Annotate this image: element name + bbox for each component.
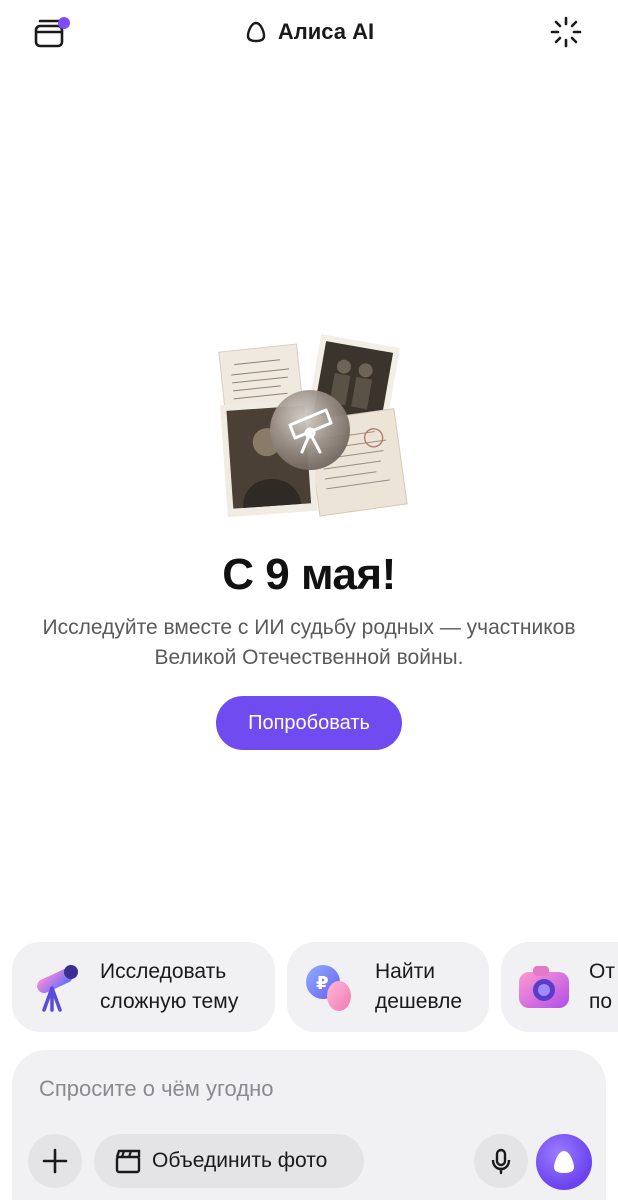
try-button[interactable]: Попробовать [216, 696, 402, 750]
suggestion-carousel[interactable]: Исследовать сложную тему ₽ Найти дешевле [12, 942, 618, 1032]
merge-photos-button[interactable]: Объединить фото [94, 1134, 364, 1188]
new-chat-button[interactable] [546, 12, 586, 52]
microphone-icon [491, 1148, 511, 1175]
hero-title: С 9 мая! [222, 550, 396, 599]
alice-send-button[interactable] [536, 1134, 592, 1190]
clapperboard-icon [115, 1149, 141, 1174]
camera-icon [519, 966, 569, 1008]
hero-illustration [210, 330, 410, 525]
app-title: Алиса AI [0, 14, 618, 50]
hero-description: Исследуйте вместе с ИИ судьбу родных — у… [42, 616, 576, 669]
suggestion-card-photo[interactable]: От по [501, 942, 618, 1032]
suggestion-label: Исследовать сложную тему [100, 960, 239, 1013]
alice-logo-icon [246, 21, 266, 43]
suggestion-card-cheaper[interactable]: ₽ Найти дешевле [287, 942, 489, 1032]
sparkle-icon [550, 16, 582, 48]
voice-input-button[interactable] [474, 1134, 528, 1188]
alice-icon [554, 1151, 574, 1173]
telescope-icon [37, 965, 78, 1012]
chats-icon [34, 17, 70, 48]
suggestion-label: Найти дешевле [375, 960, 463, 1013]
suggestion-card-research[interactable]: Исследовать сложную тему [12, 942, 275, 1032]
suggestion-label: От по [589, 960, 615, 1013]
svg-text:₽: ₽ [316, 973, 329, 994]
app-title-text: Алиса AI [277, 19, 375, 44]
chats-button[interactable] [30, 14, 74, 52]
top-bar: Алиса AI [0, 0, 618, 64]
merge-photos-label: Объединить фото [152, 1149, 328, 1172]
add-attachment-button[interactable] [28, 1134, 82, 1188]
coins-icon: ₽ [306, 965, 351, 1011]
prompt-input[interactable]: Спросите о чём угодно [39, 1076, 274, 1102]
composer: Спросите о чём угодно Объединить фото [12, 1050, 606, 1200]
plus-icon [42, 1148, 68, 1174]
